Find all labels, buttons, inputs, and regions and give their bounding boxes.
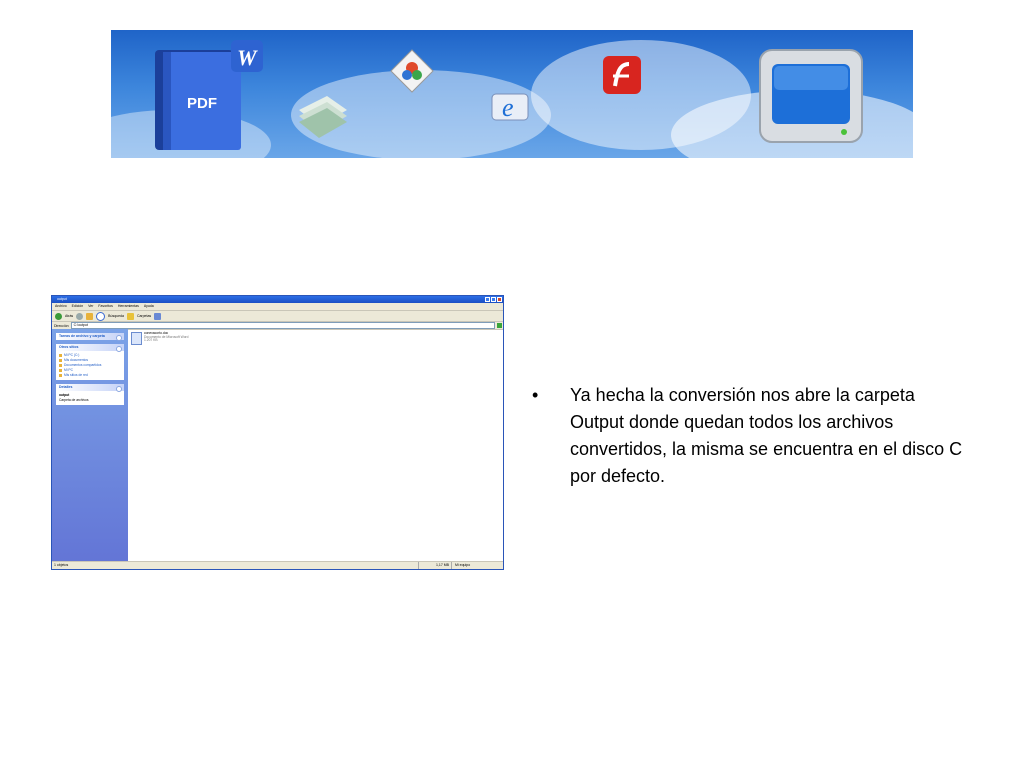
- search-icon[interactable]: [96, 311, 106, 321]
- folder-icon: [59, 359, 62, 362]
- word-document-icon: [131, 332, 142, 345]
- folders-label[interactable]: Carpetas: [137, 314, 151, 318]
- window-title: output: [57, 297, 67, 301]
- status-size: 1,17 MB: [418, 562, 451, 569]
- bullet-icon: •: [532, 385, 539, 405]
- diamond-app-icon: [390, 49, 434, 93]
- place-item[interactable]: Mis sitios de red: [59, 373, 121, 378]
- details-type: Carpeta de archivos: [59, 398, 89, 402]
- menu-herramientas[interactable]: Herramientas: [118, 303, 139, 310]
- pdf-label: PDF: [187, 95, 217, 112]
- drive-icon: [59, 354, 62, 357]
- details-panel: Detalles output Carpeta de archivos: [56, 384, 124, 405]
- bullet-point: • Ya hecha la conversión nos abre la car…: [532, 382, 972, 490]
- status-bar: 1 objetos 1,17 MB Mi equipo: [52, 561, 503, 569]
- flash-icon: [603, 56, 641, 94]
- word-letter: W: [237, 45, 258, 70]
- views-icon[interactable]: [154, 312, 162, 320]
- file-size: 1.207 KB: [144, 338, 158, 343]
- places-panel: Otros sitios Mi PC (C:) Mis documentos D…: [56, 344, 124, 380]
- maximize-button[interactable]: [491, 297, 496, 302]
- window-titlebar: output: [52, 296, 503, 303]
- menu-ayuda[interactable]: Ayuda: [144, 303, 154, 310]
- tasks-panel: Tareas de archivo y carpeta: [56, 333, 124, 341]
- toolbar: Atrás Búsqueda Carpetas: [52, 311, 503, 322]
- stacked-pages-icon: [299, 96, 347, 138]
- task-pane: Tareas de archivo y carpeta Otros sitios…: [52, 329, 128, 562]
- menu-ver[interactable]: Ver: [88, 303, 93, 310]
- search-label[interactable]: Búsqueda: [108, 314, 124, 318]
- explorer-window: output Archivo Edición Ver Favoritos Her…: [51, 295, 504, 570]
- close-button[interactable]: [497, 297, 502, 302]
- address-input[interactable]: C:\output: [70, 322, 495, 329]
- up-folder-icon[interactable]: [86, 312, 94, 320]
- back-icon[interactable]: [55, 312, 62, 320]
- go-button[interactable]: [497, 323, 502, 328]
- svg-text:e: e: [502, 93, 514, 122]
- computer-icon: [59, 369, 62, 372]
- forward-icon[interactable]: [76, 312, 84, 320]
- status-zone: Mi equipo: [451, 562, 503, 569]
- folders-icon[interactable]: [126, 312, 134, 320]
- menu-favoritos[interactable]: Favoritos: [98, 303, 112, 310]
- network-icon: [59, 374, 62, 377]
- folder-icon: [59, 364, 62, 367]
- bullet-text: Ya hecha la conversión nos abre la carpe…: [570, 385, 963, 486]
- file-list: conexacorto.doc Documento de Microsoft W…: [128, 329, 503, 562]
- minimize-button[interactable]: [485, 297, 490, 302]
- window-content: Tareas de archivo y carpeta Otros sitios…: [52, 329, 503, 562]
- menu-bar: Archivo Edición Ver Favoritos Herramient…: [52, 303, 503, 311]
- header-banner: PDF W e: [111, 30, 913, 158]
- internet-explorer-icon: e: [491, 93, 529, 122]
- details-panel-header[interactable]: Detalles: [56, 384, 124, 392]
- places-panel-header[interactable]: Otros sitios: [56, 344, 124, 352]
- word-icon: W: [231, 40, 263, 72]
- file-item[interactable]: conexacorto.doc Documento de Microsoft W…: [131, 331, 188, 345]
- address-label: Dirección: [54, 323, 69, 328]
- status-objects: 1 objetos: [54, 563, 69, 567]
- back-label[interactable]: Atrás: [65, 314, 73, 318]
- monitor-icon: [759, 49, 863, 143]
- menu-archivo[interactable]: Archivo: [55, 303, 67, 310]
- tasks-panel-header[interactable]: Tareas de archivo y carpeta: [56, 333, 124, 341]
- menu-edicion[interactable]: Edición: [72, 303, 83, 310]
